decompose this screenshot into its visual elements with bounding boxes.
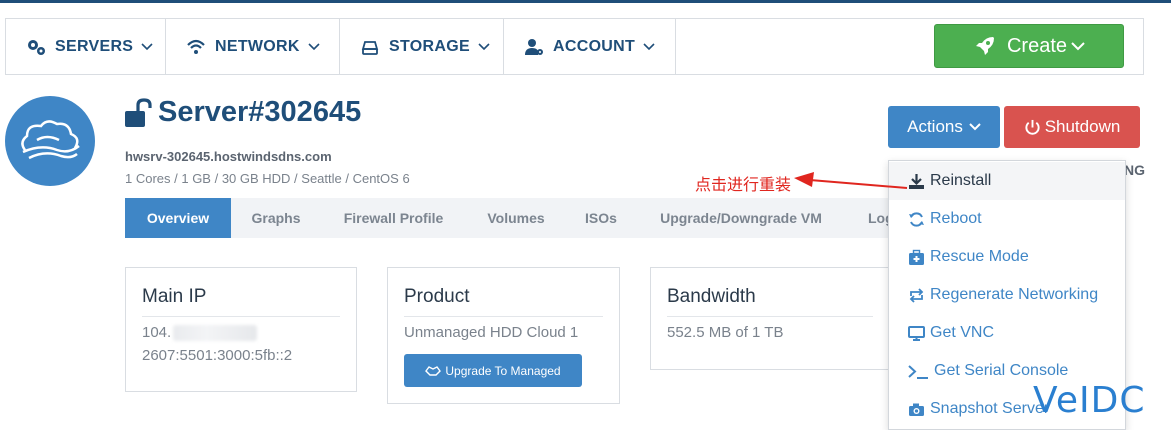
actions-button[interactable]: Actions [888, 106, 1000, 148]
annotation-text: 点击进行重装 [695, 175, 792, 194]
chevron-down-icon [478, 42, 490, 50]
nav-network-label: NETWORK [215, 37, 300, 55]
nav-servers-label: SERVERS [55, 37, 134, 55]
user-gear-icon [525, 38, 543, 55]
menu-item-reboot[interactable]: Reboot [889, 200, 1125, 238]
shutdown-button[interactable]: Shutdown [1004, 106, 1140, 148]
nav-storage[interactable]: STORAGE [340, 19, 504, 74]
chevron-down-icon [1071, 41, 1085, 50]
power-icon [1025, 119, 1040, 135]
product-card: Product Unmanaged HDD Cloud 1 Upgrade To… [387, 267, 620, 404]
handshake-icon [425, 365, 442, 376]
top-accent-bar [0, 0, 1171, 3]
card-title: Bandwidth [667, 286, 756, 307]
tab-isos[interactable]: ISOs [566, 198, 636, 238]
status-text: NG [1124, 162, 1145, 178]
card-title: Product [404, 286, 470, 307]
actions-button-label: Actions [907, 117, 963, 136]
create-button[interactable]: Create [934, 24, 1124, 68]
cloud-logo-icon [21, 120, 80, 160]
menu-item-label: Reinstall [930, 172, 992, 189]
unlock-icon [125, 98, 152, 127]
upgrade-to-managed-button[interactable]: Upgrade To Managed [404, 354, 582, 387]
menu-item-rescue-mode[interactable]: Rescue Mode [889, 238, 1125, 276]
retweet-icon [909, 287, 924, 303]
tab-overview[interactable]: Overview [125, 198, 231, 238]
tab-firewall-profile[interactable]: Firewall Profile [321, 198, 466, 238]
create-button-label: Create [1006, 34, 1068, 57]
menu-item-label: Get Serial Console [934, 362, 1069, 379]
menu-item-label: Regenerate Networking [930, 286, 1099, 303]
medkit-icon [909, 249, 924, 265]
rocket-icon [975, 37, 994, 55]
nav-network[interactable]: NETWORK [166, 19, 340, 74]
ip-redaction [173, 325, 258, 342]
bandwidth-value: 552.5 MB of 1 TB [667, 324, 784, 341]
menu-item-reinstall[interactable]: Reinstall [889, 162, 1125, 200]
terminal-icon [908, 364, 928, 379]
ipv4-value: 104. [142, 324, 258, 342]
nav-account[interactable]: ACCOUNT [504, 19, 676, 74]
menu-item-label: Snapshot Server [930, 400, 1050, 417]
server-hostname: hwsrv-302645.hostwindsdns.com [125, 149, 332, 164]
annotation-arrow-icon [794, 172, 908, 189]
chevron-down-icon [141, 42, 153, 50]
chevron-down-icon [308, 42, 320, 50]
product-value: Unmanaged HDD Cloud 1 [404, 324, 579, 341]
gears-icon [28, 39, 45, 55]
veidc-watermark: VeIDC [1033, 380, 1146, 421]
nav-account-label: ACCOUNT [553, 37, 636, 55]
menu-item-label: Reboot [930, 210, 982, 227]
divider [404, 316, 603, 317]
main-ip-card: Main IP 104. 2607:5501:3000:5fb::2 [125, 267, 357, 392]
tab-upgrade-downgrade[interactable]: Upgrade/Downgrade VM [636, 198, 846, 238]
ipv4-prefix: 104. [142, 324, 172, 341]
camera-icon [909, 403, 924, 416]
download-icon [909, 173, 924, 189]
upgrade-button-label: Upgrade To Managed [445, 363, 561, 378]
chevron-down-icon [643, 42, 655, 50]
bandwidth-card: Bandwidth 552.5 MB of 1 TB [650, 267, 890, 370]
server-specs: 1 Cores / 1 GB / 30 GB HDD / Seattle / C… [125, 171, 410, 186]
shutdown-button-label: Shutdown [1044, 117, 1121, 136]
nav-servers[interactable]: SERVERS [6, 19, 166, 74]
server-avatar [5, 96, 95, 186]
tab-graphs[interactable]: Graphs [231, 198, 321, 238]
divider [667, 316, 873, 317]
nav-storage-label: STORAGE [389, 37, 470, 55]
hdd-icon [361, 40, 379, 55]
server-title: Server#302645 [158, 96, 362, 128]
chevron-down-icon [969, 123, 981, 131]
wifi-icon [187, 39, 205, 54]
menu-item-label: Get VNC [930, 324, 995, 341]
menu-item-get-vnc[interactable]: Get VNC [889, 314, 1125, 352]
divider [142, 316, 340, 317]
tab-volumes[interactable]: Volumes [466, 198, 566, 238]
monitor-icon [908, 325, 925, 341]
menu-item-regenerate-networking[interactable]: Regenerate Networking [889, 276, 1125, 314]
ipv6-value: 2607:5501:3000:5fb::2 [142, 347, 293, 364]
refresh-icon [909, 211, 924, 227]
menu-item-label: Rescue Mode [930, 248, 1029, 265]
card-title: Main IP [142, 286, 207, 307]
